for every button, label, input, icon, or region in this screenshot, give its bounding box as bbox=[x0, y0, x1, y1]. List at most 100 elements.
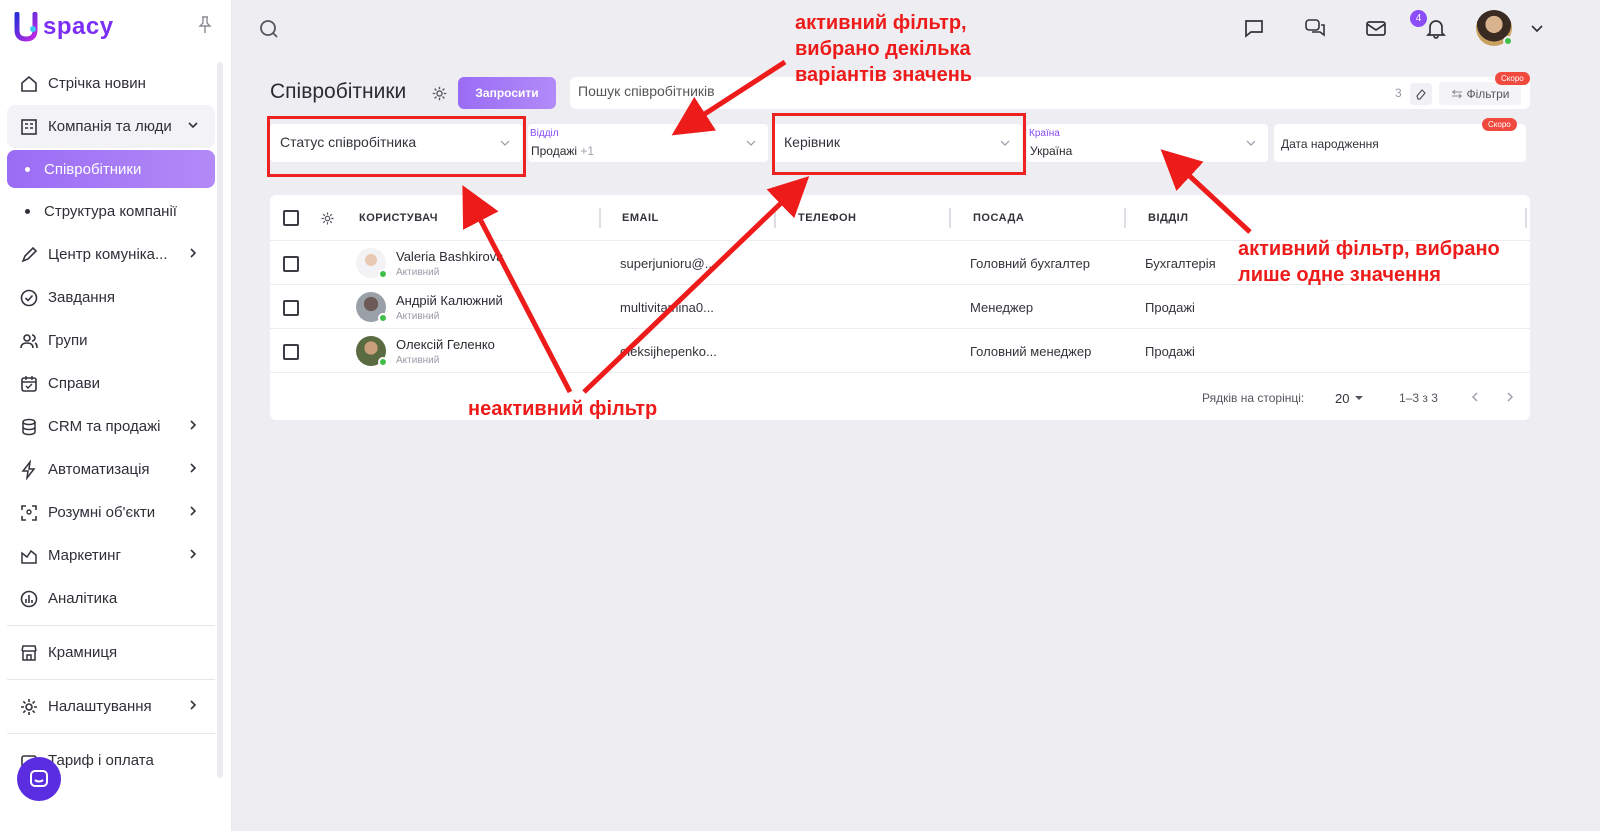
lightning-icon bbox=[19, 459, 39, 480]
sidebar-scrollbar[interactable] bbox=[217, 62, 223, 778]
page-title: Співробітники bbox=[270, 80, 407, 103]
column-user[interactable]: КОРИСТУВАЧ bbox=[359, 212, 438, 224]
row-checkbox[interactable] bbox=[283, 300, 299, 316]
sidebar-item-news[interactable]: Стрічка новин bbox=[7, 62, 215, 105]
logo[interactable]: spacy bbox=[14, 12, 114, 42]
sidebar-item-company[interactable]: Компанія та люди bbox=[7, 105, 215, 148]
filters-button[interactable]: Фільтри bbox=[1439, 82, 1521, 105]
search-result-count: 3 bbox=[1395, 86, 1402, 100]
logo-icon bbox=[14, 12, 38, 42]
chevron-right-icon bbox=[190, 463, 197, 473]
sidebar-nav: Стрічка новин Компанія та люди Співробіт… bbox=[7, 62, 215, 782]
building-icon bbox=[19, 117, 39, 137]
user-email: oleksijhepenko... bbox=[620, 344, 717, 359]
bell-icon[interactable] bbox=[1425, 17, 1447, 39]
rows-per-page-select[interactable]: 20 bbox=[1335, 391, 1349, 406]
table-row[interactable]: Олексій Геленко Активний oleksijhepenko.… bbox=[270, 329, 1530, 373]
chevron-down-icon[interactable] bbox=[1530, 24, 1544, 34]
user-position: Головний бухгалтер bbox=[970, 256, 1090, 271]
online-indicator bbox=[378, 313, 388, 323]
sidebar-item-analytics[interactable]: Аналітика bbox=[7, 577, 215, 620]
gear-icon[interactable] bbox=[320, 211, 335, 226]
clear-search-button[interactable] bbox=[1410, 83, 1432, 105]
filter-country[interactable]: Країна Україна bbox=[1027, 124, 1268, 162]
sidebar-item-affairs[interactable]: Справи bbox=[7, 362, 215, 405]
table-row[interactable]: Андрій Калюжний Активний multivitamina0.… bbox=[270, 285, 1530, 329]
column-phone[interactable]: ТЕЛЕФОН bbox=[798, 212, 857, 224]
sidebar-item-groups[interactable]: Групи bbox=[7, 319, 215, 362]
users-icon bbox=[19, 331, 39, 351]
chevron-down-icon bbox=[188, 122, 198, 129]
eraser-icon bbox=[1416, 89, 1426, 100]
sidebar-item-label: Тариф і оплата bbox=[48, 752, 154, 769]
row-checkbox[interactable] bbox=[283, 344, 299, 360]
online-indicator bbox=[378, 269, 388, 279]
gear-icon[interactable] bbox=[431, 85, 448, 102]
support-chat-button[interactable] bbox=[17, 757, 61, 801]
annotation-box-status bbox=[267, 116, 526, 177]
column-separator[interactable] bbox=[949, 208, 951, 228]
messages-icon[interactable] bbox=[1304, 17, 1326, 39]
gear-icon bbox=[19, 697, 39, 717]
sidebar: spacy Стрічка новин Компанія та люди Спі… bbox=[0, 0, 232, 831]
user-name[interactable]: Valeria Bashkirova bbox=[396, 249, 503, 264]
sidebar-item-tasks[interactable]: Завдання bbox=[7, 276, 215, 319]
filter-department[interactable]: Відділ Продажі +1 bbox=[528, 124, 768, 162]
user-email: superjunioru@... bbox=[620, 256, 716, 271]
sidebar-item-settings[interactable]: Налаштування bbox=[7, 685, 215, 728]
sidebar-item-label: Центр комуніка... bbox=[48, 246, 168, 263]
sidebar-item-structure[interactable]: Структура компанії bbox=[7, 190, 215, 233]
filters-label: Фільтри bbox=[1466, 86, 1510, 101]
search-icon[interactable] bbox=[258, 18, 280, 40]
sidebar-item-crm[interactable]: CRM та продажі bbox=[7, 405, 215, 448]
sidebar-item-label: CRM та продажі bbox=[48, 418, 161, 435]
sidebar-item-smart-objects[interactable]: Розумні об'єкти bbox=[7, 491, 215, 534]
sidebar-item-label: Налаштування bbox=[48, 698, 152, 715]
user-name[interactable]: Андрій Калюжний bbox=[396, 293, 503, 308]
next-page-icon[interactable] bbox=[1504, 391, 1516, 403]
user-name[interactable]: Олексій Геленко bbox=[396, 337, 495, 352]
coins-icon bbox=[19, 417, 39, 437]
sidebar-item-label: Аналітика bbox=[48, 590, 118, 607]
avatar bbox=[356, 292, 388, 323]
column-position[interactable]: ПОСАДА bbox=[973, 212, 1024, 224]
employee-search: 3 Фільтри Скоро bbox=[570, 72, 1530, 109]
caret-down-icon[interactable] bbox=[1354, 394, 1364, 402]
user-avatar[interactable] bbox=[1476, 10, 1513, 46]
pin-icon[interactable] bbox=[197, 16, 213, 34]
annotation-multi-value: активний фільтр, вибрано декілька варіан… bbox=[795, 12, 973, 86]
user-department: Продажі bbox=[1145, 344, 1195, 359]
sidebar-divider bbox=[7, 679, 215, 680]
sidebar-item-store[interactable]: Крамниця bbox=[7, 631, 215, 674]
column-separator[interactable] bbox=[599, 208, 601, 228]
chat-icon[interactable] bbox=[1243, 17, 1265, 39]
user-position: Менеджер bbox=[970, 300, 1034, 315]
sidebar-item-label: Групи bbox=[48, 332, 88, 349]
column-separator[interactable] bbox=[1525, 208, 1527, 228]
invite-button[interactable]: Запросити bbox=[458, 77, 556, 109]
sidebar-item-automation[interactable]: Автоматизація bbox=[7, 448, 215, 491]
column-department[interactable]: ВІДДІЛ bbox=[1148, 212, 1188, 224]
annotation-single-value: активний фільтр, вибрано лише одне значе… bbox=[1238, 238, 1500, 286]
avatar bbox=[356, 248, 388, 279]
sidebar-divider bbox=[7, 733, 215, 734]
sidebar-item-employees[interactable]: Співробітники bbox=[7, 150, 215, 188]
chevron-down-icon bbox=[746, 140, 756, 146]
sidebar-item-communication[interactable]: Центр комуніка... bbox=[7, 233, 215, 276]
bullet-icon bbox=[25, 209, 30, 214]
prev-page-icon[interactable] bbox=[1469, 391, 1481, 403]
column-email[interactable]: EMAIL bbox=[622, 212, 659, 224]
calendar-icon bbox=[19, 374, 39, 394]
column-separator[interactable] bbox=[774, 208, 776, 228]
select-all-checkbox[interactable] bbox=[283, 210, 299, 226]
mail-icon[interactable] bbox=[1365, 17, 1387, 39]
user-position: Головний менеджер bbox=[970, 344, 1092, 359]
filter-label: Дата народження bbox=[1281, 137, 1379, 151]
scan-icon bbox=[19, 503, 39, 523]
sidebar-item-label: Завдання bbox=[48, 289, 115, 306]
sidebar-item-marketing[interactable]: Маркетинг bbox=[7, 534, 215, 577]
sidebar-item-label: Автоматизація bbox=[48, 461, 150, 478]
column-separator[interactable] bbox=[1124, 208, 1126, 228]
user-email: multivitamina0... bbox=[620, 300, 714, 315]
row-checkbox[interactable] bbox=[283, 256, 299, 272]
